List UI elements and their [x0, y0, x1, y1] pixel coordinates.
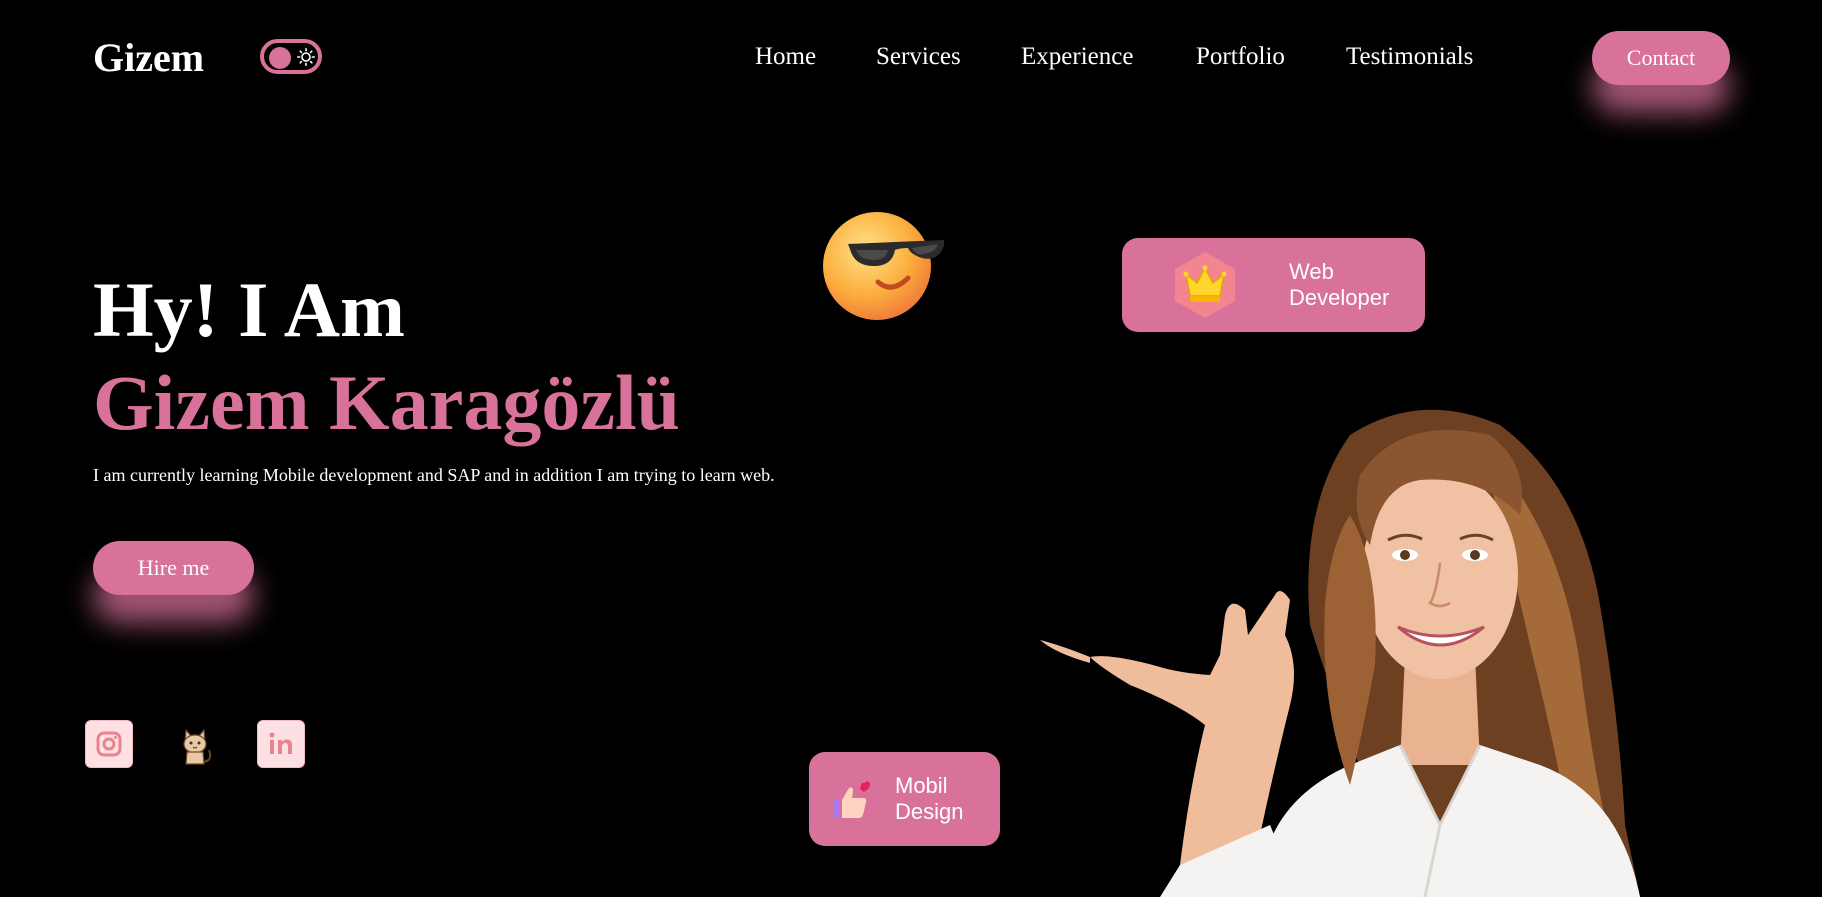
site-logo[interactable]: Gizem — [93, 34, 204, 81]
mobil-design-badge: Mobil Design — [809, 752, 1000, 846]
cool-emoji-icon — [823, 212, 944, 320]
hero-name: Gizem Karagözlü — [93, 359, 681, 446]
linkedin-icon — [269, 732, 292, 754]
instagram-icon — [96, 731, 122, 757]
hero-description: I am currently learning Mobile developme… — [93, 465, 775, 485]
badge-mobil-line1: Mobil — [895, 773, 948, 798]
nav-services[interactable]: Services — [876, 43, 961, 71]
badge-mobil-line2: Design — [895, 799, 964, 824]
badge-web-line1: Web — [1289, 259, 1334, 284]
nav-portfolio[interactable]: Portfolio — [1196, 43, 1285, 71]
contact-button[interactable]: Contact — [1592, 31, 1730, 85]
github-icon — [183, 728, 212, 765]
badge-web-line2: Developer — [1289, 285, 1390, 310]
crown-icon — [1175, 252, 1235, 318]
hero-greeting: Hy! I Am — [93, 266, 405, 353]
theme-toggle[interactable] — [260, 39, 322, 74]
nav-experience[interactable]: Experience — [1021, 43, 1133, 71]
hire-me-button[interactable]: Hire me — [93, 541, 254, 595]
thumbs-up-icon — [833, 781, 871, 818]
instagram-link[interactable] — [85, 720, 133, 768]
nav-testimonials[interactable]: Testimonials — [1346, 43, 1473, 71]
portrait-photo — [1040, 409, 1640, 897]
sun-icon — [297, 48, 315, 66]
nav-home[interactable]: Home — [755, 43, 816, 71]
web-developer-badge: Web Developer — [1122, 238, 1425, 332]
toggle-knob — [269, 47, 291, 69]
github-link[interactable] — [171, 720, 219, 768]
linkedin-link[interactable] — [257, 720, 305, 768]
